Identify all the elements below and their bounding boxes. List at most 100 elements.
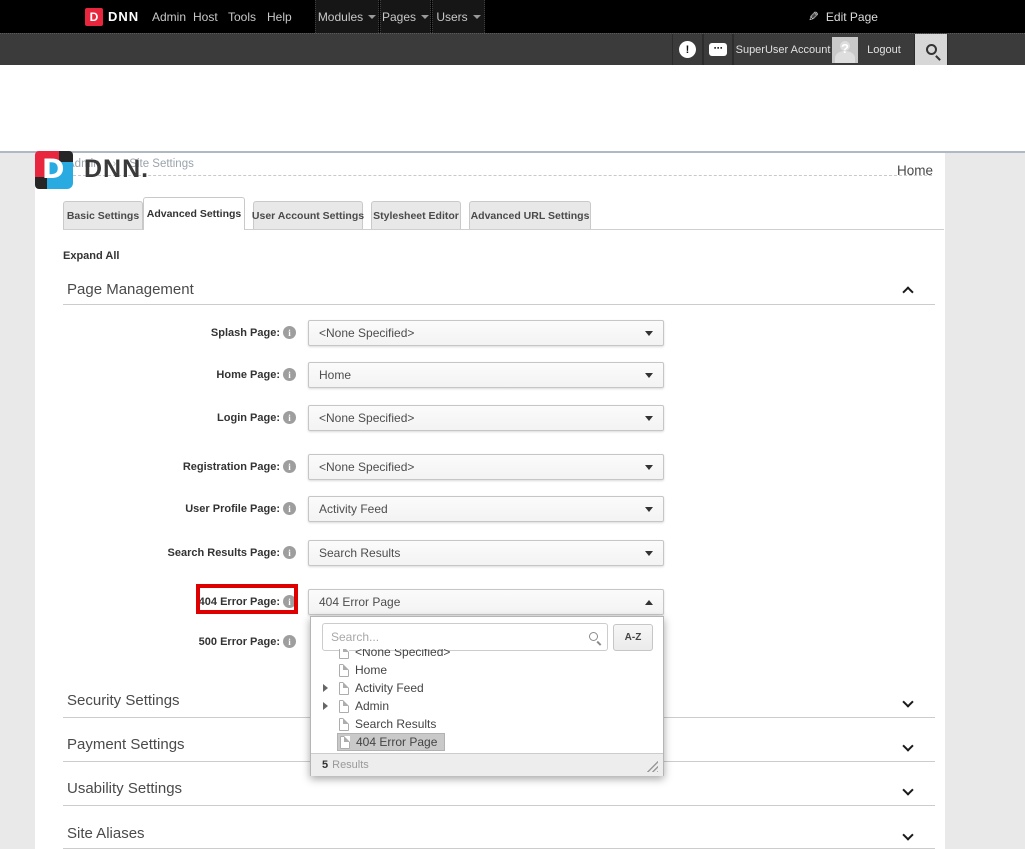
collapse-icon-page-management[interactable] [903,284,912,293]
notification-icon: ! [679,41,696,58]
brand-text: DNN. [84,155,149,184]
tree-item[interactable]: Search Results [311,715,663,733]
annotation-highlight-box [196,584,298,614]
caret-down-icon [645,507,653,512]
nav-home-link[interactable]: Home [897,163,933,178]
resize-handle[interactable] [646,760,658,772]
info-icon[interactable]: i [283,460,296,473]
expand-icon-site-aliases[interactable] [903,829,912,838]
search-icon [589,632,598,641]
info-icon[interactable]: i [283,635,296,648]
search-button[interactable] [914,34,948,65]
chevron-down-icon [421,15,429,19]
menu-host[interactable]: Host [193,0,218,33]
page-picker-dropdown: A-Z <None Specified> Home Activity Feed … [310,616,664,776]
search-results-page-select[interactable]: Search Results [308,540,664,566]
section-title-security-settings[interactable]: Security Settings [67,692,180,709]
top-control-bar: D DNN Admin Host Tools Help Modules Page… [0,0,1025,33]
section-title-usability-settings[interactable]: Usability Settings [67,780,182,797]
site-header: D DNN. Home [0,65,1025,151]
caret-down-icon [645,373,653,378]
info-icon[interactable]: i [283,502,296,515]
results-label: Results [332,759,369,771]
tree-item[interactable]: Home [311,661,663,679]
logout-link[interactable]: Logout [860,34,908,65]
search-input[interactable] [331,625,581,649]
caret-down-icon [645,465,653,470]
breadcrumb-divider [48,175,932,176]
dnn-small-logo: D DNN [85,0,139,33]
menu-admin[interactable]: Admin [152,0,186,33]
section-title-payment-settings[interactable]: Payment Settings [67,736,185,753]
pencil-icon: ✎ [808,9,819,25]
info-icon[interactable]: i [283,326,296,339]
expand-arrow-icon[interactable] [323,684,328,692]
section-divider [63,805,935,806]
section-title-site-aliases[interactable]: Site Aliases [67,825,145,842]
field-label-500-error-page: 500 Error Page: [63,629,280,655]
tab-basic-settings[interactable]: Basic Settings [63,201,143,229]
page-tree: <None Specified> Home Activity Feed Admi… [311,649,663,753]
account-link[interactable]: SuperUser Account [733,34,832,65]
tab-user-account-settings[interactable]: User Account Settings [253,201,363,229]
menu-modules[interactable]: Modules [315,0,379,33]
edit-page-button[interactable]: ✎Edit Page [808,0,878,33]
content-panel: Admin › Site Settings Basic Settings Adv… [35,153,945,849]
home-page-select[interactable]: Home [308,362,664,388]
page-icon [339,718,349,731]
login-page-select[interactable]: <None Specified> [308,405,664,431]
expand-icon-security[interactable] [903,696,912,705]
caret-down-icon [645,416,653,421]
dnn-logo-icon: D [85,8,103,26]
field-label-home-page: Home Page: [63,362,280,388]
menu-users[interactable]: Users [432,0,485,33]
search-icon [926,44,937,55]
dropdown-search [322,623,608,651]
caret-up-icon [645,600,653,605]
page-icon [339,649,349,659]
page-icon [339,682,349,695]
tree-item[interactable]: Admin [311,697,663,715]
splash-page-select[interactable]: <None Specified> [308,320,664,346]
field-label-splash-page: Splash Page: [63,320,280,346]
results-footer: 5 Results [311,753,663,776]
menu-help[interactable]: Help [267,0,292,33]
tab-advanced-settings[interactable]: Advanced Settings [143,197,245,230]
tab-advanced-url-settings[interactable]: Advanced URL Settings [469,201,591,229]
tree-item[interactable]: <None Specified> [311,649,663,661]
messages-button[interactable]: ⋯ [703,34,733,65]
registration-page-select[interactable]: <None Specified> [308,454,664,480]
error-404-page-select[interactable]: 404 Error Page [308,589,664,615]
page-icon [340,736,350,749]
field-label-login-page: Login Page: [63,405,280,431]
user-profile-page-select[interactable]: Activity Feed [308,496,664,522]
tree-item-selected[interactable]: 404 Error Page [311,733,663,751]
field-label-user-profile-page: User Profile Page: [63,496,280,522]
page-icon [339,700,349,713]
info-icon[interactable]: i [283,546,296,559]
messages-icon: ⋯ [709,43,727,56]
info-icon[interactable]: i [283,411,296,424]
expand-all-link[interactable]: Expand All [63,250,119,262]
user-bar: ! ⋯ SuperUser Account ? Logout [0,33,1025,65]
tree-item[interactable]: Activity Feed [311,679,663,697]
menu-pages[interactable]: Pages [380,0,431,33]
info-icon[interactable]: i [283,368,296,381]
caret-down-icon [645,331,653,336]
sort-az-button[interactable]: A-Z [613,624,653,651]
dnn-logo[interactable]: D [35,151,79,189]
chevron-down-icon [473,15,481,19]
field-label-search-results-page: Search Results Page: [63,540,280,566]
tab-stylesheet-editor[interactable]: Stylesheet Editor [371,201,461,229]
section-title-page-management[interactable]: Page Management [67,281,194,298]
results-count: 5 [322,759,328,771]
field-label-registration-page: Registration Page: [63,454,280,480]
expand-icon-usability[interactable] [903,784,912,793]
expand-icon-payment[interactable] [903,740,912,749]
expand-arrow-icon[interactable] [323,702,328,710]
page-icon [339,664,349,677]
avatar[interactable]: ? [832,37,858,63]
menu-tools[interactable]: Tools [228,0,256,33]
notification-button[interactable]: ! [672,34,703,65]
section-divider [63,304,935,305]
